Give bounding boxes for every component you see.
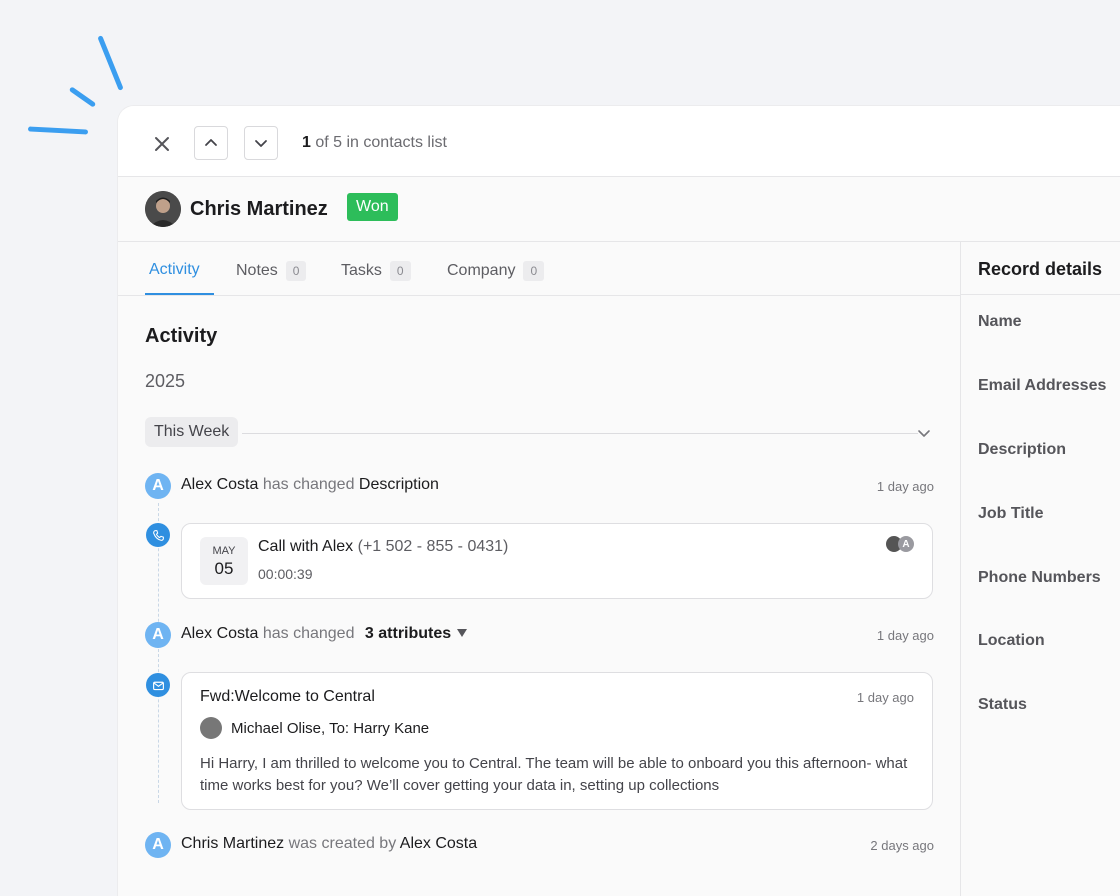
next-record-button[interactable] — [244, 126, 278, 160]
tab-count: 0 — [285, 261, 307, 281]
record-details-divider — [961, 294, 1120, 295]
call-title: Call with Alex — [258, 538, 354, 555]
tab-label: Tasks — [341, 262, 382, 279]
participant-avatar: A — [898, 536, 914, 552]
record-tabs: Activity Notes 0 Tasks 0 Company 0 — [118, 241, 960, 296]
pager-rest: of 5 in contacts list — [315, 134, 447, 151]
actor-avatar: A — [145, 622, 171, 648]
tab-count: 0 — [523, 261, 545, 281]
period-pill[interactable]: This Week — [145, 417, 239, 447]
record-details-panel: Record details Name Email Addresses Desc… — [960, 241, 1120, 896]
contact-header: Chris Martinez Won — [118, 177, 1120, 242]
call-participants: A — [886, 536, 914, 552]
activity-verb: has changed — [262, 625, 355, 642]
call-title-line: Call with Alex (+1 502 - 855 - 0431) — [258, 538, 508, 556]
active-tab-indicator — [145, 293, 214, 295]
timeline-connector — [158, 503, 159, 803]
activity-object: Description — [358, 476, 439, 493]
tab-tasks[interactable]: Tasks 0 — [341, 261, 411, 281]
field-label-description: Description — [978, 441, 1067, 458]
chevron-up-icon — [205, 139, 217, 146]
tab-company[interactable]: Company 0 — [447, 261, 545, 281]
timestamp: 2 days ago — [870, 838, 934, 853]
actor-name[interactable]: Chris Martinez — [181, 835, 284, 852]
call-day: 05 — [214, 559, 234, 578]
timestamp: 1 day ago — [876, 479, 934, 494]
activity-heading: Activity — [145, 325, 218, 347]
field-label-name: Name — [978, 313, 1022, 330]
caret-down-icon — [456, 629, 467, 637]
field-label-email: Email Addresses — [978, 377, 1107, 394]
person-photo-icon — [145, 191, 181, 227]
record-details-title: Record details — [978, 259, 1103, 279]
sparkle-stroke-2 — [68, 86, 97, 108]
sparkle-stroke-1 — [97, 35, 124, 91]
close-icon — [155, 137, 169, 151]
record-pager: 1 of 5 in contacts list — [302, 134, 447, 152]
activity-verb: has changed — [262, 476, 355, 493]
contact-record-panel: 1 of 5 in contacts list Chris Martinez W… — [118, 106, 1120, 896]
email-from-to: Michael Olise, To: Harry Kane — [231, 719, 430, 737]
timestamp: 1 day ago — [876, 628, 934, 643]
actor-name[interactable]: Alex Costa — [181, 625, 258, 642]
activity-section: Activity Notes 0 Tasks 0 Company 0 Activ… — [118, 241, 960, 896]
sparkle-stroke-3 — [27, 126, 89, 135]
contact-avatar — [145, 191, 181, 227]
activity-item: Chris Martinez was created by Alex Costa — [181, 835, 477, 853]
pager-current: 1 — [302, 134, 311, 151]
phone-icon — [146, 523, 170, 547]
activity-verb: was created by — [288, 835, 397, 852]
tab-label: Notes — [236, 262, 278, 279]
activity-item: Alex Costa has changed 3 attributes — [181, 625, 468, 643]
email-time: 1 day ago — [856, 690, 914, 705]
call-card[interactable]: MAY 05 Call with Alex (+1 502 - 855 - 04… — [181, 523, 933, 599]
field-label-phone: Phone Numbers — [978, 569, 1101, 586]
activity-object[interactable]: Alex Costa — [400, 835, 477, 852]
call-month: MAY — [212, 545, 236, 557]
call-date: MAY 05 — [200, 537, 248, 585]
field-label-status: Status — [978, 696, 1027, 713]
call-duration: 00:00:39 — [258, 566, 313, 582]
actor-avatar: A — [145, 473, 171, 499]
tab-activity[interactable]: Activity — [149, 261, 200, 279]
period-divider — [242, 433, 918, 434]
tab-notes[interactable]: Notes 0 — [236, 261, 307, 281]
collapse-period-button[interactable] — [916, 425, 932, 446]
tab-label: Company — [447, 262, 516, 279]
activity-item: Alex Costa has changed Description — [181, 476, 439, 494]
close-button[interactable] — [152, 134, 172, 154]
activity-year: 2025 — [145, 371, 186, 391]
actor-avatar: A — [145, 832, 171, 858]
actor-name[interactable]: Alex Costa — [181, 476, 258, 493]
field-label-job-title: Job Title — [978, 505, 1044, 522]
email-subject: Fwd:Welcome to Central — [200, 688, 375, 705]
chevron-down-icon — [255, 140, 267, 147]
previous-record-button[interactable] — [194, 126, 228, 160]
changed-attributes-toggle[interactable]: 3 attributes — [365, 625, 468, 642]
tab-label: Activity — [149, 261, 200, 278]
tab-count: 0 — [389, 261, 411, 281]
attributes-count: 3 attributes — [364, 625, 452, 642]
record-toolbar: 1 of 5 in contacts list — [118, 106, 1120, 177]
contact-name: Chris Martinez — [190, 198, 328, 220]
sender-avatar — [200, 717, 222, 739]
email-participants: Michael Olise, To: Harry Kane — [200, 717, 429, 739]
chevron-down-icon — [918, 430, 930, 437]
call-phone: (+1 502 - 855 - 0431) — [357, 538, 509, 555]
field-label-location: Location — [978, 632, 1045, 649]
email-card[interactable]: Fwd:Welcome to Central 1 day ago Michael… — [181, 672, 933, 810]
mail-icon — [146, 673, 170, 697]
status-badge[interactable]: Won — [347, 193, 398, 221]
email-body: Hi Harry, I am thrilled to welcome you t… — [200, 755, 908, 794]
